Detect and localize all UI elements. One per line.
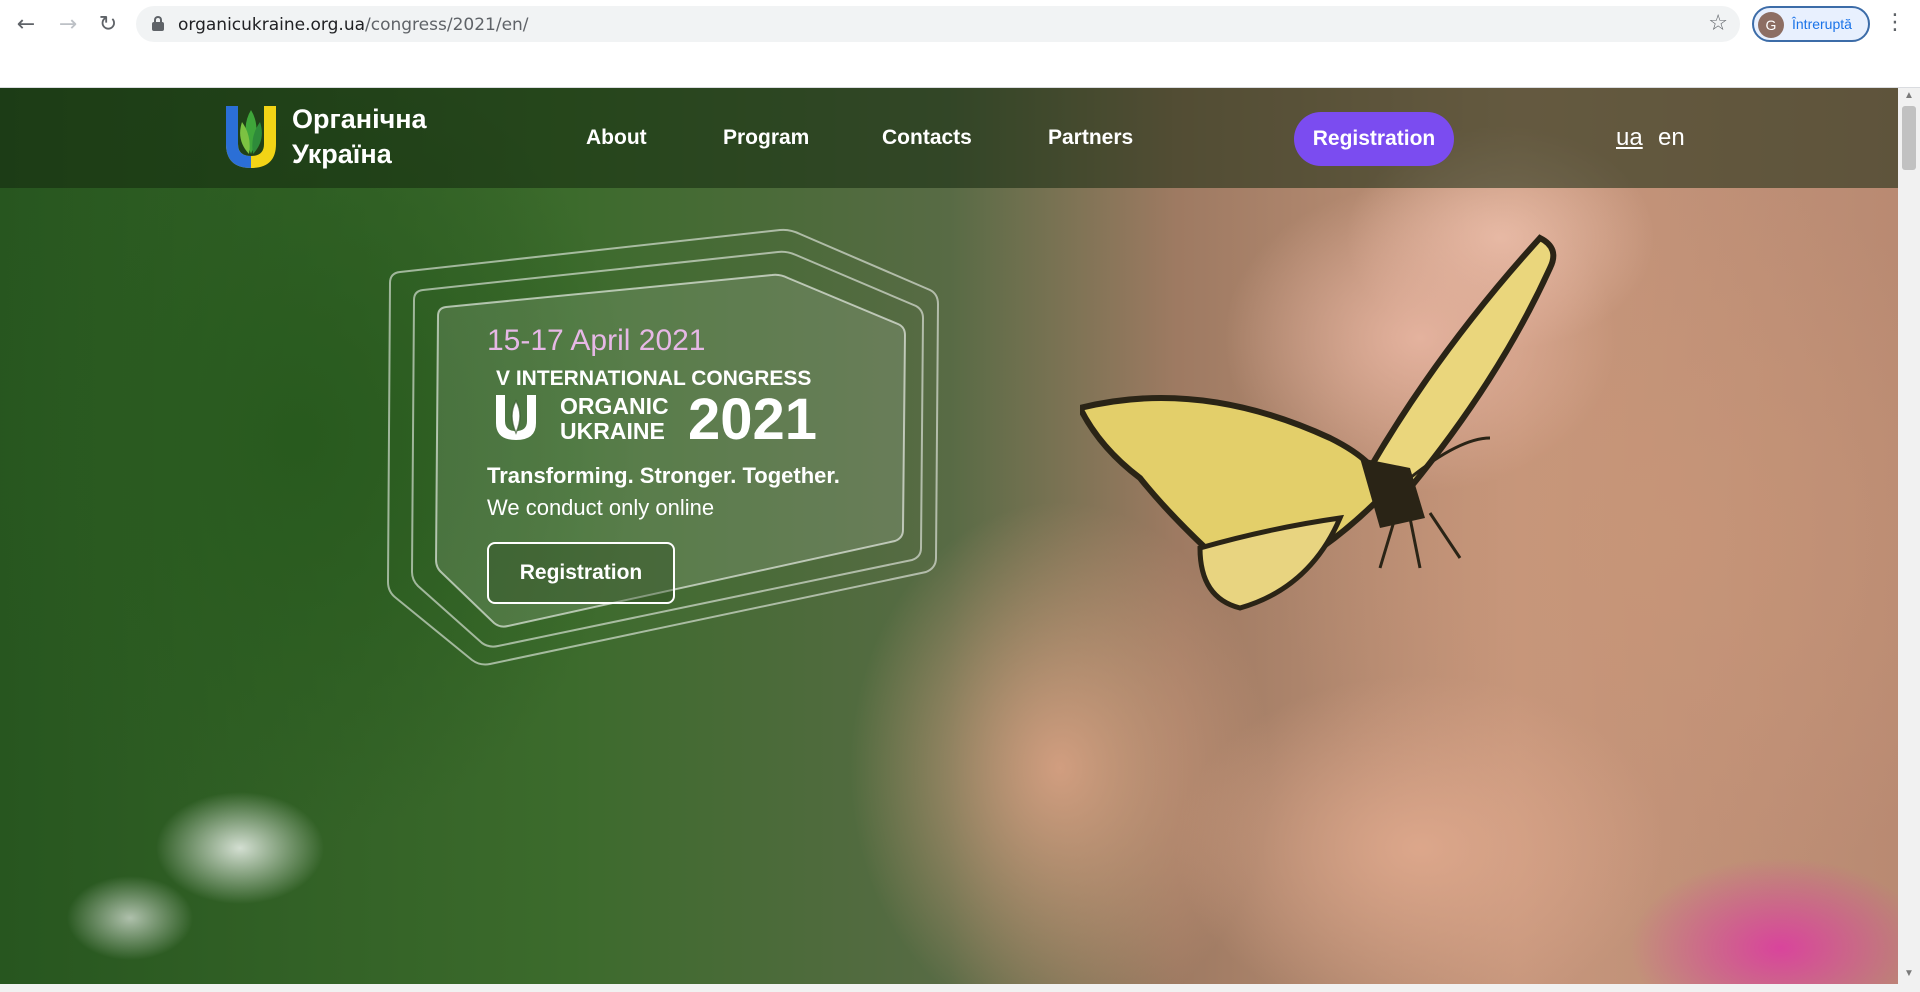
butterfly-image — [1080, 234, 1557, 611]
page-viewport: Органічна Україна About Program Contacts… — [0, 88, 1898, 984]
hero-brand-name: ORGANIC UKRAINE — [560, 394, 669, 444]
horizontal-scrollbar-track — [0, 984, 1920, 992]
site-logo-text[interactable]: Органічна Україна — [292, 102, 427, 172]
address-bar[interactable]: organicukraine.org.ua/congress/2021/en/ … — [136, 6, 1740, 42]
scrollbar-thumb[interactable] — [1902, 106, 1916, 170]
bookmark-star-icon[interactable]: ☆ — [1708, 11, 1728, 36]
scroll-up-icon[interactable]: ▲ — [1898, 90, 1920, 104]
url-host: organicukraine.org.ua — [178, 15, 366, 35]
lang-ua-link[interactable]: ua — [1616, 124, 1643, 152]
hero-date: 15-17 April 2021 — [487, 324, 706, 357]
organic-ukraine-logo-icon[interactable] — [222, 100, 280, 170]
url-text[interactable]: organicukraine.org.ua/congress/2021/en/ — [178, 15, 529, 35]
hero-year: 2021 — [688, 387, 818, 452]
scroll-down-icon[interactable]: ▼ — [1898, 968, 1920, 982]
hero-brand-line-2: UKRAINE — [560, 418, 665, 444]
hero-tagline: Transforming. Stronger. Together. — [487, 463, 840, 488]
page-scrollbar[interactable]: ▲ ▼ — [1898, 88, 1920, 984]
browser-toolbar: ← → ↻ organicukraine.org.ua/congress/202… — [0, 0, 1920, 88]
lang-en-link[interactable]: en — [1658, 124, 1685, 152]
avatar: G — [1758, 12, 1784, 38]
logo-line-2: Україна — [292, 139, 392, 169]
nav-contacts[interactable]: Contacts — [882, 126, 972, 150]
nav-partners[interactable]: Partners — [1048, 126, 1133, 150]
site-header: Органічна Україна About Program Contacts… — [0, 88, 1898, 188]
profile-button[interactable]: G Întreruptă — [1752, 6, 1870, 42]
nav-registration-button[interactable]: Registration — [1294, 112, 1454, 166]
back-icon[interactable]: ← — [12, 10, 40, 38]
nav-program[interactable]: Program — [723, 126, 809, 150]
hero-brand-line-1: ORGANIC — [560, 393, 669, 419]
reload-icon[interactable]: ↻ — [94, 10, 122, 38]
profile-status-label: Întreruptă — [1792, 16, 1852, 32]
forward-icon[interactable]: → — [54, 10, 82, 38]
logo-line-1: Органічна — [292, 104, 427, 134]
hero-registration-button[interactable]: Registration — [487, 542, 675, 604]
url-path: /congress/2021/en/ — [365, 15, 529, 35]
hero-subtitle: We conduct only online — [487, 495, 715, 520]
organic-ukraine-mark-icon — [496, 395, 536, 440]
browser-menu-icon[interactable]: ⋮ — [1884, 10, 1906, 35]
nav-about[interactable]: About — [586, 126, 647, 150]
lock-icon[interactable] — [152, 16, 164, 31]
